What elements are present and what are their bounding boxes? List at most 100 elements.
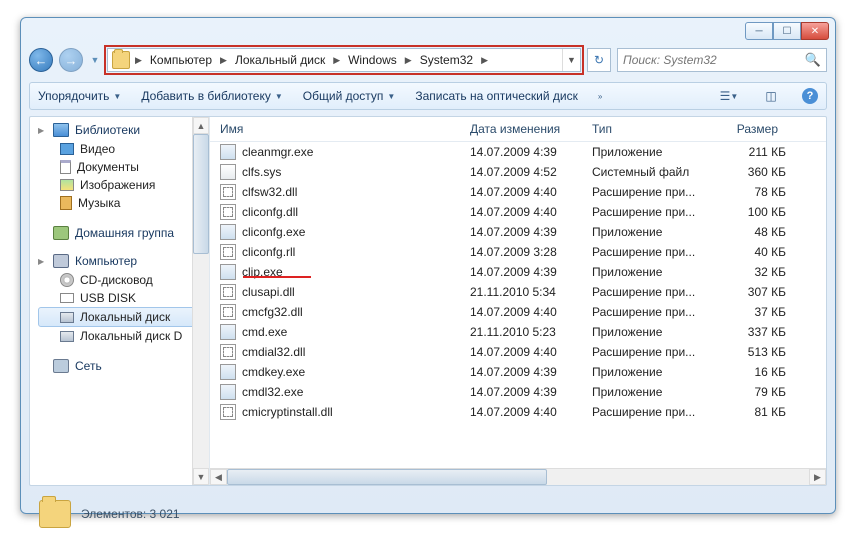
maximize-button[interactable]: ☐: [773, 22, 801, 40]
file-size: 32 КБ: [716, 265, 786, 279]
breadcrumb-system32[interactable]: ▶System32: [403, 49, 479, 71]
file-row[interactable]: cmicryptinstall.dll14.07.2009 4:40Расшир…: [210, 402, 826, 422]
scroll-down-icon[interactable]: ▼: [193, 468, 209, 485]
organize-menu[interactable]: Упорядочить▼: [38, 89, 121, 103]
sidebar-item-localdisk[interactable]: Локальный диск: [38, 307, 205, 327]
forward-button[interactable]: →: [59, 48, 83, 72]
scroll-right-icon[interactable]: ▶: [809, 469, 826, 485]
file-name: cmdkey.exe: [242, 365, 305, 379]
highlight-underline: [243, 276, 311, 278]
breadcrumb-локальный диск[interactable]: ▶Локальный диск: [218, 49, 331, 71]
sidebar-item-video[interactable]: Видео: [38, 140, 205, 158]
status-bar: Элементов: 3 021: [29, 494, 827, 534]
file-row[interactable]: cliconfg.rll14.07.2009 3:28Расширение пр…: [210, 242, 826, 262]
file-icon: [220, 324, 236, 340]
address-dropdown[interactable]: ▼: [562, 49, 580, 71]
file-name: cmicryptinstall.dll: [242, 405, 333, 419]
file-icon: [220, 404, 236, 420]
search-input[interactable]: [623, 53, 805, 67]
explorer-window: ─ ☐ ✕ ← → ▼ ▶Компьютер▶Локальный диск▶Wi…: [20, 17, 836, 514]
file-row[interactable]: cliconfg.exe14.07.2009 4:39Приложение48 …: [210, 222, 826, 242]
share-menu[interactable]: Общий доступ▼: [303, 89, 396, 103]
file-size: 81 КБ: [716, 405, 786, 419]
sidebar-item-music[interactable]: Музыка: [38, 194, 205, 212]
file-name: clusapi.dll: [242, 285, 295, 299]
file-row[interactable]: cleanmgr.exe14.07.2009 4:39Приложение211…: [210, 142, 826, 162]
more-menu[interactable]: »: [598, 92, 602, 101]
file-date: 14.07.2009 4:40: [470, 345, 592, 359]
file-date: 14.07.2009 4:39: [470, 385, 592, 399]
file-icon: [220, 144, 236, 160]
file-row[interactable]: cmdl32.exe14.07.2009 4:39Приложение79 КБ: [210, 382, 826, 402]
history-dropdown[interactable]: ▼: [89, 48, 101, 72]
file-row[interactable]: clusapi.dll21.11.2010 5:34Расширение при…: [210, 282, 826, 302]
file-row[interactable]: clfsw32.dll14.07.2009 4:40Расширение при…: [210, 182, 826, 202]
preview-pane-button[interactable]: ◫: [760, 85, 782, 107]
file-name: cleanmgr.exe: [242, 145, 313, 159]
file-row[interactable]: cmdkey.exe14.07.2009 4:39Приложение16 КБ: [210, 362, 826, 382]
file-row[interactable]: cliconfg.dll14.07.2009 4:40Расширение пр…: [210, 202, 826, 222]
h-scroll-thumb[interactable]: [227, 469, 547, 485]
file-type: Приложение: [592, 265, 716, 279]
h-scrollbar[interactable]: ◀ ▶: [210, 468, 826, 485]
file-name: cliconfg.dll: [242, 205, 298, 219]
search-box[interactable]: 🔍: [617, 48, 827, 72]
music-icon: [60, 196, 72, 210]
file-name: clfsw32.dll: [242, 185, 297, 199]
breadcrumb-windows[interactable]: ▶Windows: [331, 49, 403, 71]
file-type: Приложение: [592, 225, 716, 239]
document-icon: [60, 160, 71, 174]
sidebar-computer[interactable]: ▶Компьютер: [38, 254, 205, 268]
sidebar-homegroup[interactable]: Домашняя группа: [38, 226, 205, 240]
nav-bar: ← → ▼ ▶Компьютер▶Локальный диск▶Windows▶…: [29, 44, 827, 76]
back-button[interactable]: ←: [29, 48, 53, 72]
col-date[interactable]: Дата изменения: [470, 122, 592, 136]
file-list-area: Имя Дата изменения Тип Размер cleanmgr.e…: [210, 117, 826, 485]
file-type: Расширение при...: [592, 345, 716, 359]
sidebar-network[interactable]: Сеть: [38, 359, 205, 373]
file-icon: [220, 224, 236, 240]
refresh-button[interactable]: ↻: [587, 48, 611, 72]
file-row[interactable]: cmcfg32.dll14.07.2009 4:40Расширение при…: [210, 302, 826, 322]
file-date: 14.07.2009 4:39: [470, 145, 592, 159]
sidebar-item-cd[interactable]: CD-дисковод: [38, 271, 205, 289]
file-date: 14.07.2009 4:40: [470, 185, 592, 199]
file-type: Расширение при...: [592, 305, 716, 319]
folder-icon: [39, 500, 71, 528]
help-button[interactable]: ?: [802, 88, 818, 104]
file-size: 337 КБ: [716, 325, 786, 339]
file-row[interactable]: cmd.exe21.11.2010 5:23Приложение337 КБ: [210, 322, 826, 342]
file-size: 40 КБ: [716, 245, 786, 259]
scroll-thumb[interactable]: [193, 134, 209, 254]
status-label: Элементов:: [81, 507, 146, 521]
add-to-library-menu[interactable]: Добавить в библиотеку▼: [141, 89, 282, 103]
sidebar-item-usb[interactable]: USB DISK: [38, 289, 205, 307]
address-bar[interactable]: ▶Компьютер▶Локальный диск▶Windows▶System…: [107, 48, 581, 72]
sidebar-scrollbar[interactable]: ▲ ▼: [192, 117, 209, 485]
file-name: cmd.exe: [242, 325, 287, 339]
file-row[interactable]: cmdial32.dll14.07.2009 4:40Расширение пр…: [210, 342, 826, 362]
col-name[interactable]: Имя: [220, 122, 470, 136]
close-button[interactable]: ✕: [801, 22, 829, 40]
file-name: cmdl32.exe: [242, 385, 303, 399]
col-size[interactable]: Размер: [716, 122, 786, 136]
scroll-left-icon[interactable]: ◀: [210, 469, 227, 485]
sidebar-libraries[interactable]: ▶Библиотеки: [38, 123, 205, 137]
scroll-up-icon[interactable]: ▲: [193, 117, 209, 134]
file-icon: [220, 244, 236, 260]
column-headers[interactable]: Имя Дата изменения Тип Размер: [210, 117, 826, 142]
view-options-button[interactable]: ☰ ▼: [718, 85, 740, 107]
file-row[interactable]: clip.exe14.07.2009 4:39Приложение32 КБ: [210, 262, 826, 282]
file-type: Расширение при...: [592, 405, 716, 419]
col-type[interactable]: Тип: [592, 122, 716, 136]
sidebar-item-documents[interactable]: Документы: [38, 158, 205, 176]
sidebar-item-images[interactable]: Изображения: [38, 176, 205, 194]
file-type: Приложение: [592, 145, 716, 159]
burn-button[interactable]: Записать на оптический диск: [415, 89, 578, 103]
breadcrumb-компьютер[interactable]: ▶Компьютер: [133, 49, 218, 71]
minimize-button[interactable]: ─: [745, 22, 773, 40]
file-row[interactable]: clfs.sys14.07.2009 4:52Системный файл360…: [210, 162, 826, 182]
file-icon: [220, 264, 236, 280]
file-date: 14.07.2009 3:28: [470, 245, 592, 259]
sidebar-item-localdisk-d[interactable]: Локальный диск D: [38, 327, 205, 345]
